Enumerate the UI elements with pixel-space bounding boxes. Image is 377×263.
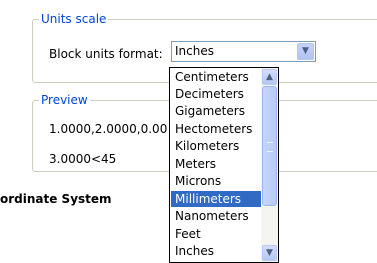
list-item[interactable]: Decimeters [171, 86, 265, 102]
list-item[interactable]: Hectometers [171, 121, 265, 137]
chevron-down-icon[interactable]: ▼ [297, 43, 314, 60]
list-item[interactable]: Kilometers [171, 138, 265, 154]
dropdown-scrollbar[interactable]: ▲ ▼ [261, 68, 278, 262]
units-dropdown-list[interactable]: Centimeters Decimeters Gigameters Hectom… [169, 67, 279, 263]
list-item-selected[interactable]: Millimeters [171, 191, 265, 207]
chevron-up-icon[interactable]: ▲ [262, 69, 277, 85]
list-item[interactable]: Feet [171, 226, 265, 242]
list-item[interactable]: Meters [171, 156, 265, 172]
preview-line-2: 3.0000<45 [49, 152, 117, 166]
list-item[interactable]: Centimeters [171, 69, 265, 85]
list-item[interactable]: Inches [171, 243, 265, 259]
chevron-down-icon[interactable]: ▼ [262, 245, 277, 261]
list-item[interactable]: Nanometers [171, 208, 265, 224]
grip-icon [267, 142, 273, 152]
block-units-format-combobox[interactable]: Inches ▼ [171, 41, 316, 62]
scrollbar-thumb[interactable] [262, 86, 277, 206]
block-units-format-label: Block units format: [49, 47, 163, 61]
combobox-value: Inches [175, 44, 214, 58]
section-heading: ordinate System [0, 192, 112, 206]
list-item[interactable]: Gigameters [171, 103, 265, 119]
list-item[interactable]: Microns [171, 173, 265, 189]
units-scale-title: Units scale [39, 11, 109, 27]
preview-line-1: 1.0000,2.0000,0.00 [49, 122, 168, 136]
preview-title: Preview [39, 92, 90, 108]
